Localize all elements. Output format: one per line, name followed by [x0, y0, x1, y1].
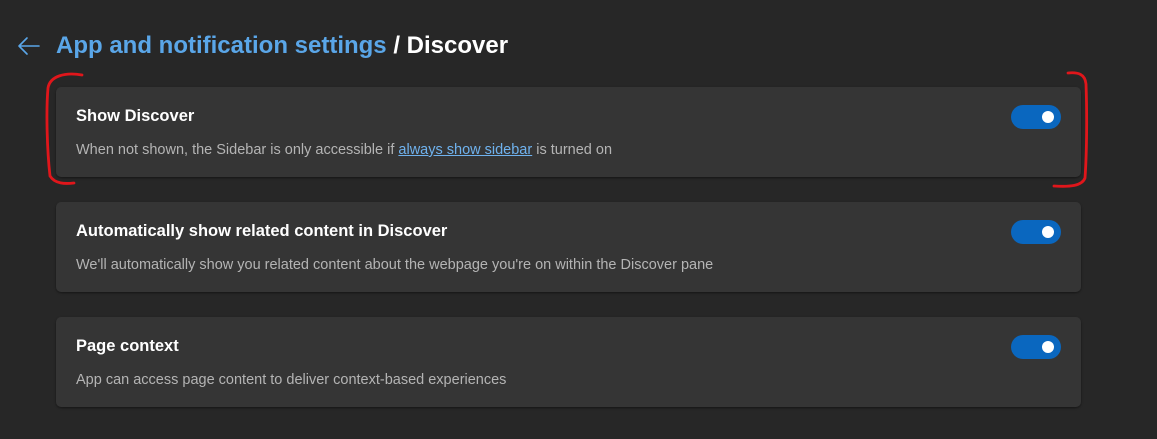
setting-title: Page context — [76, 337, 179, 355]
page-context-toggle[interactable] — [1011, 335, 1061, 359]
setting-description-text-end: is turned on — [532, 142, 613, 158]
page-header: App and notification settings / Discover — [14, 28, 508, 64]
setting-description: We'll automatically show you related con… — [76, 257, 714, 273]
related-content-toggle[interactable] — [1011, 220, 1061, 244]
breadcrumb-parent-link[interactable]: App and notification settings — [56, 32, 387, 59]
arrow-left-icon — [18, 37, 40, 55]
toggle-knob — [1042, 226, 1054, 238]
breadcrumb-current: Discover — [406, 32, 509, 59]
setting-description: When not shown, the Sidebar is only acce… — [76, 142, 612, 158]
setting-card-show-discover: Show Discover When not shown, the Sideba… — [56, 87, 1081, 177]
show-discover-toggle[interactable] — [1011, 105, 1061, 129]
setting-card-related-content: Automatically show related content in Di… — [56, 202, 1081, 292]
back-button[interactable] — [14, 31, 44, 61]
setting-card-page-context: Page context App can access page content… — [56, 317, 1081, 407]
setting-description-text: When not shown, the Sidebar is only acce… — [76, 142, 399, 158]
toggle-knob — [1042, 341, 1054, 353]
always-show-sidebar-link[interactable]: always show sidebar — [398, 142, 532, 158]
setting-title: Automatically show related content in Di… — [76, 222, 448, 240]
page-title: App and notification settings / Discover — [56, 32, 508, 60]
breadcrumb-separator: / — [386, 32, 407, 59]
setting-description: App can access page content to deliver c… — [76, 372, 507, 388]
settings-page: App and notification settings / Discover… — [0, 0, 1157, 439]
toggle-knob — [1042, 111, 1054, 123]
setting-title: Show Discover — [76, 107, 195, 125]
